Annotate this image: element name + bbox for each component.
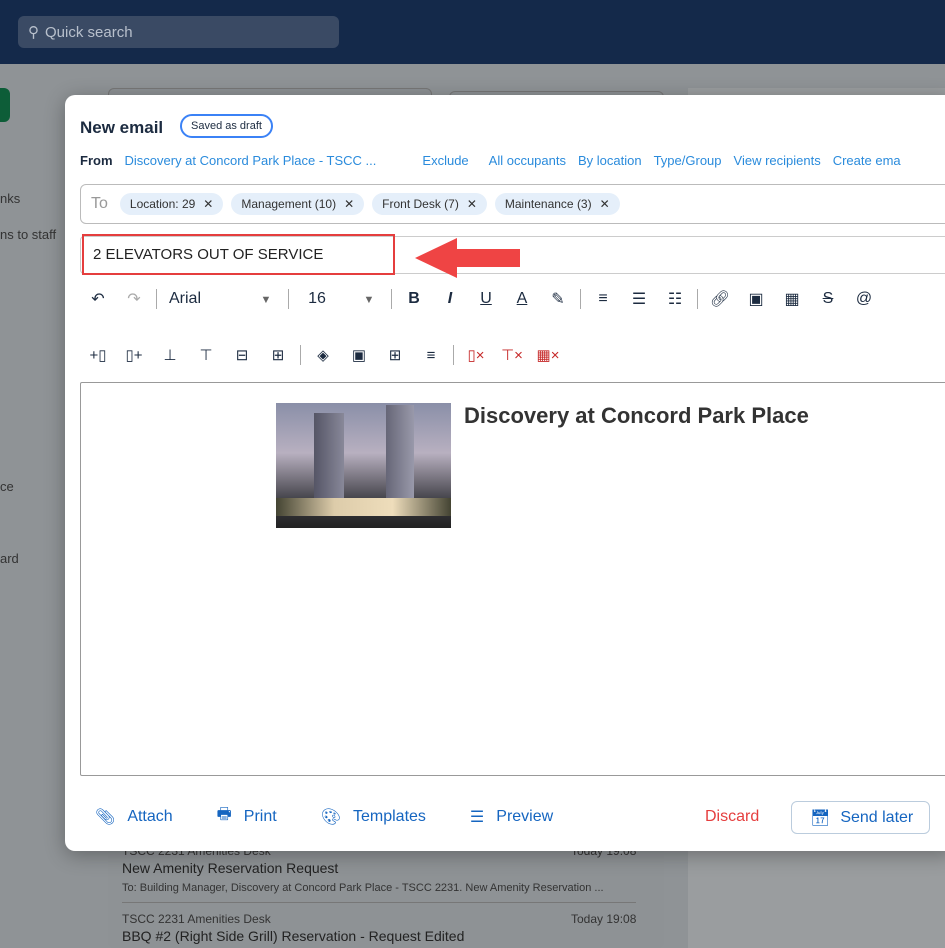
annotation-arrow-icon: [415, 238, 520, 278]
image-icon[interactable]: ▣: [738, 289, 774, 309]
sidebar-item[interactable]: ce: [0, 479, 14, 494]
print-button[interactable]: 🖶 Print: [217, 803, 277, 830]
chevron-down-icon: ▼: [260, 294, 272, 306]
mention-icon[interactable]: @: [846, 290, 882, 308]
paperclip-icon: 📎︎: [95, 808, 116, 826]
align-left-icon[interactable]: ≡: [585, 290, 621, 308]
from-label: From: [80, 153, 113, 168]
preview-label: Preview: [496, 807, 554, 825]
type-group-link[interactable]: Type/Group: [654, 153, 722, 168]
sidebar-item[interactable]: ard: [0, 551, 19, 566]
delete-row-icon[interactable]: ⊤×: [494, 346, 530, 364]
view-recipients-link[interactable]: View recipients: [734, 153, 821, 168]
highlight-icon[interactable]: ✎: [540, 289, 576, 309]
chip-label: Location: 29: [129, 197, 196, 211]
from-row: From Discovery at Concord Park Place - T…: [80, 153, 901, 168]
table-icon[interactable]: ▦: [774, 289, 810, 309]
insert-row-above-icon[interactable]: ⊤: [188, 346, 224, 364]
top-bar: ⚲ Quick search: [0, 0, 945, 64]
send-later-button[interactable]: 📅︎ Send later: [791, 801, 930, 834]
close-icon[interactable]: ✕: [467, 197, 477, 211]
palette-icon: 🎨︎: [320, 808, 341, 826]
chevron-down-icon: ▼: [363, 294, 375, 306]
bold-icon[interactable]: B: [396, 290, 432, 308]
close-icon[interactable]: ✕: [344, 197, 354, 211]
building-image: [276, 403, 451, 528]
list-item-time: Today 19:08: [571, 912, 637, 926]
dialog-title: New email: [80, 118, 164, 137]
dialog-footer: 📎︎ Attach 🖶 Print 🎨︎ Templates ☰ Preview: [95, 803, 597, 830]
insert-column-right-icon[interactable]: ▯+: [116, 346, 152, 364]
new-email-dialog: New email Saved as draft From Discovery …: [65, 95, 945, 851]
numbered-list-icon[interactable]: ☷: [657, 289, 693, 309]
format-toolbar: ↶ ↷ Arial ▼ 16 ▼ B I U A ✎ ≡ ☰ ☷ 🔗︎ ▣ ▦ S @: [80, 289, 882, 309]
cell-image-icon[interactable]: ▣: [341, 346, 377, 364]
undo-icon[interactable]: ↶: [80, 289, 116, 309]
templates-button[interactable]: 🎨︎ Templates: [321, 807, 426, 827]
close-icon[interactable]: ✕: [600, 197, 610, 211]
list-item-sender: TSCC 2231 Amenities Desk: [122, 912, 271, 926]
attach-button[interactable]: 📎︎ Attach: [95, 807, 173, 827]
delete-table-icon[interactable]: ▦×: [530, 346, 566, 364]
message-list: TSCC 2231 Amenities Desk Today 19:08 New…: [108, 838, 664, 948]
lines-icon: ☰: [469, 808, 485, 826]
printer-icon: 🖶: [216, 806, 232, 823]
discard-button[interactable]: Discard: [705, 808, 759, 826]
cell-align-icon[interactable]: ≡: [413, 347, 449, 364]
attach-label: Attach: [127, 807, 173, 825]
insert-column-left-icon[interactable]: +▯: [80, 346, 116, 364]
insert-row-below-icon[interactable]: ⊥: [152, 346, 188, 364]
underline-icon[interactable]: U: [468, 290, 504, 308]
status-badge: Saved as draft: [180, 114, 273, 138]
italic-icon[interactable]: I: [432, 290, 468, 308]
link-icon[interactable]: 🔗︎: [702, 289, 738, 309]
calendar-clock-icon: 📅︎: [810, 809, 831, 827]
chip-label: Front Desk (7): [382, 197, 459, 211]
new-button[interactable]: [0, 88, 10, 122]
bullet-list-icon[interactable]: ☰: [621, 289, 657, 309]
close-icon[interactable]: ✕: [203, 197, 213, 211]
print-label: Print: [243, 807, 277, 825]
sidebar-item[interactable]: nks: [0, 191, 20, 206]
recipient-chip: Location: 29 ✕: [119, 193, 224, 215]
size-value: 16: [308, 290, 326, 307]
send-later-label: Send later: [840, 808, 914, 826]
redo-icon[interactable]: ↷: [116, 289, 152, 309]
recipient-chip: Front Desk (7) ✕: [372, 193, 487, 215]
chip-label: Maintenance (3): [504, 197, 592, 211]
body-heading: Discovery at Concord Park Place: [464, 403, 809, 428]
size-select[interactable]: 16 ▼: [293, 290, 387, 308]
to-field[interactable]: To Location: 29 ✕ Management (10) ✕ Front …: [80, 184, 945, 224]
clear-format-icon[interactable]: S: [810, 290, 846, 308]
exclude-link[interactable]: Exclude: [422, 153, 468, 168]
table-borders-icon[interactable]: ⊞: [377, 346, 413, 364]
preview-button[interactable]: ☰ Preview: [470, 807, 553, 827]
search-icon: ⚲: [28, 24, 39, 41]
create-email-link[interactable]: Create ema: [833, 153, 901, 168]
list-item-subject[interactable]: BBQ #2 (Right Side Grill) Reservation - …: [122, 928, 464, 944]
all-occupants-link[interactable]: All occupants: [489, 153, 566, 168]
chip-label: Management (10): [241, 197, 337, 211]
from-select[interactable]: Discovery at Concord Park Place - TSCC .…: [125, 153, 377, 168]
recipient-chip: Management (10) ✕: [231, 193, 365, 215]
table-toolbar: +▯ ▯+ ⊥ ⊤ ⊟ ⊞ ◈ ▣ ⊞ ≡ ▯× ⊤× ▦×: [80, 345, 566, 365]
merge-cells-icon[interactable]: ⊟: [224, 346, 260, 364]
templates-label: Templates: [353, 807, 426, 825]
font-value: Arial: [168, 290, 201, 307]
quick-search-input[interactable]: ⚲ Quick search: [18, 16, 339, 48]
to-label: To: [91, 195, 108, 212]
recipient-chip: Maintenance (3) ✕: [494, 193, 620, 215]
search-placeholder: Quick search: [45, 23, 133, 41]
sidebar-item[interactable]: ns to staff: [0, 227, 56, 242]
split-cells-icon[interactable]: ⊞: [260, 346, 296, 364]
list-item-preview: To: Building Manager, Discovery at Conco…: [122, 882, 604, 894]
list-item-subject[interactable]: New Amenity Reservation Request: [122, 860, 338, 876]
text-color-icon[interactable]: A: [504, 290, 540, 308]
font-select[interactable]: Arial ▼: [161, 290, 284, 308]
delete-column-icon[interactable]: ▯×: [458, 346, 494, 364]
cell-fill-icon[interactable]: ◈: [305, 346, 341, 364]
message-body-editor[interactable]: Discovery at Concord Park Place: [80, 382, 945, 776]
subject-input[interactable]: 2 ELEVATORS OUT OF SERVICE: [82, 234, 395, 275]
by-location-link[interactable]: By location: [578, 153, 642, 168]
